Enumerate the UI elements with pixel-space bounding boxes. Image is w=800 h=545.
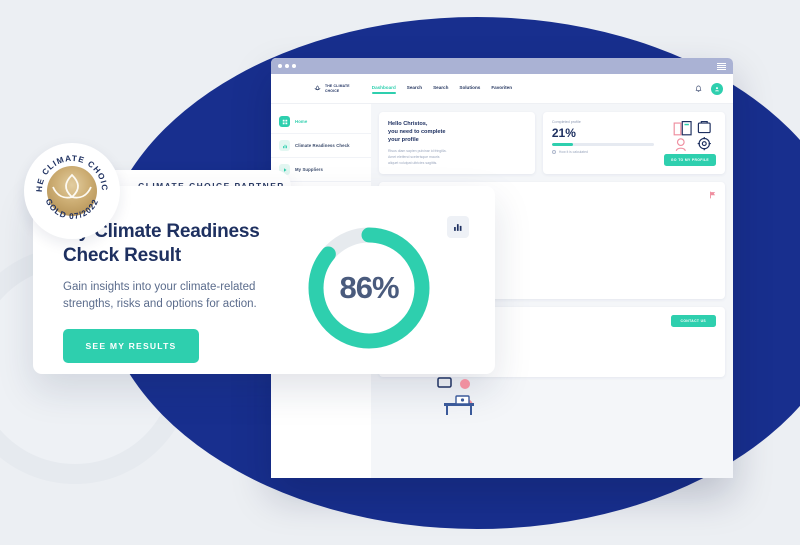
how-it-is-calculated-link[interactable]: How it is calculated	[551, 150, 654, 154]
screenshot-root: THE CLIMATE CHOICE Dashboard Search Sear…	[0, 0, 800, 545]
office-devices-illustration	[673, 121, 711, 152]
brand-line-2: CHOICE	[325, 88, 340, 93]
grid-icon	[279, 116, 290, 127]
sidebar-item-climate-readiness-check[interactable]: Climate Readiness Check	[271, 134, 371, 158]
greeting-title-line-2: you need to complete	[388, 129, 446, 136]
see-my-results-button[interactable]: SEE MY RESULTS	[63, 329, 199, 364]
bar-chart-icon	[454, 224, 462, 231]
sidebar-label-climate-readiness-check: Climate Readiness Check	[295, 143, 350, 148]
traffic-light-close-icon[interactable]	[278, 64, 282, 68]
profile-card-right: GO TO MY PROFILE	[654, 120, 716, 167]
top-nav-right	[695, 82, 723, 95]
traffic-light-minimize-icon[interactable]	[285, 64, 289, 68]
greeting-card: Hello Christos, you need to complete you…	[379, 112, 535, 175]
greeting-title-line-3: your profile	[388, 137, 419, 144]
profile-completion-value: 21%	[551, 126, 576, 140]
greeting-title-line-1: Hello Christos,	[388, 121, 428, 127]
flag-icon	[710, 191, 716, 199]
nav-item-search-2[interactable]: Search	[433, 85, 448, 93]
bell-icon[interactable]	[695, 85, 702, 93]
nav-item-favoriten[interactable]: Favoriten	[491, 85, 512, 93]
leaf-logo-icon	[314, 85, 321, 91]
avatar[interactable]	[711, 82, 723, 95]
sidebar-label-my-suppliers: My Suppliers	[295, 167, 323, 172]
app-top-nav: THE CLIMATE CHOICE Dashboard Search Sear…	[271, 74, 733, 104]
traffic-light-maximize-icon[interactable]	[292, 64, 296, 68]
traffic-light-dots	[278, 64, 296, 68]
hamburger-icon[interactable]	[717, 62, 726, 70]
sidebar-item-home[interactable]: Home	[271, 110, 371, 134]
readiness-score-value: 86%	[339, 270, 399, 305]
user-avatar-icon	[715, 86, 719, 91]
info-icon	[551, 150, 556, 154]
browser-title-bar	[271, 58, 733, 74]
profile-completion-label: Completed profile	[551, 120, 581, 124]
sidebar-label-home: Home	[295, 119, 308, 124]
go-to-my-profile-button[interactable]: GO TO MY PROFILE	[663, 154, 716, 167]
readiness-score-donut: 86%	[303, 212, 469, 364]
greeting-body-line-3: aliquet volutpat ultricies sagittis.	[388, 160, 438, 165]
profile-completion-card: Completed profile 21% How it is calculat…	[542, 112, 725, 175]
brand-logo[interactable]: THE CLIMATE CHOICE	[313, 84, 350, 93]
climate-choice-gold-badge: THE CLIMATE CHOICE GOLD 07/2022	[24, 143, 120, 239]
nav-item-solutions[interactable]: Solutions	[459, 85, 480, 93]
chart-toggle-chip[interactable]	[447, 216, 469, 238]
brand-line-1: THE CLIMATE	[325, 84, 350, 89]
top-card-row: Hello Christos, you need to complete you…	[379, 112, 725, 182]
bar-chart-icon	[279, 140, 290, 151]
nav-item-search-1[interactable]: Search	[407, 85, 422, 93]
nav-item-dashboard[interactable]: Dashboard	[371, 85, 396, 94]
nav-links: Dashboard Search Search Solutions Favori…	[371, 85, 512, 94]
how-it-is-calculated-label: How it is calculated	[558, 150, 588, 154]
contact-us-button[interactable]: CONTACT US	[670, 315, 716, 328]
profile-progress-bar	[551, 143, 654, 146]
desk-person-illustration	[437, 377, 474, 415]
